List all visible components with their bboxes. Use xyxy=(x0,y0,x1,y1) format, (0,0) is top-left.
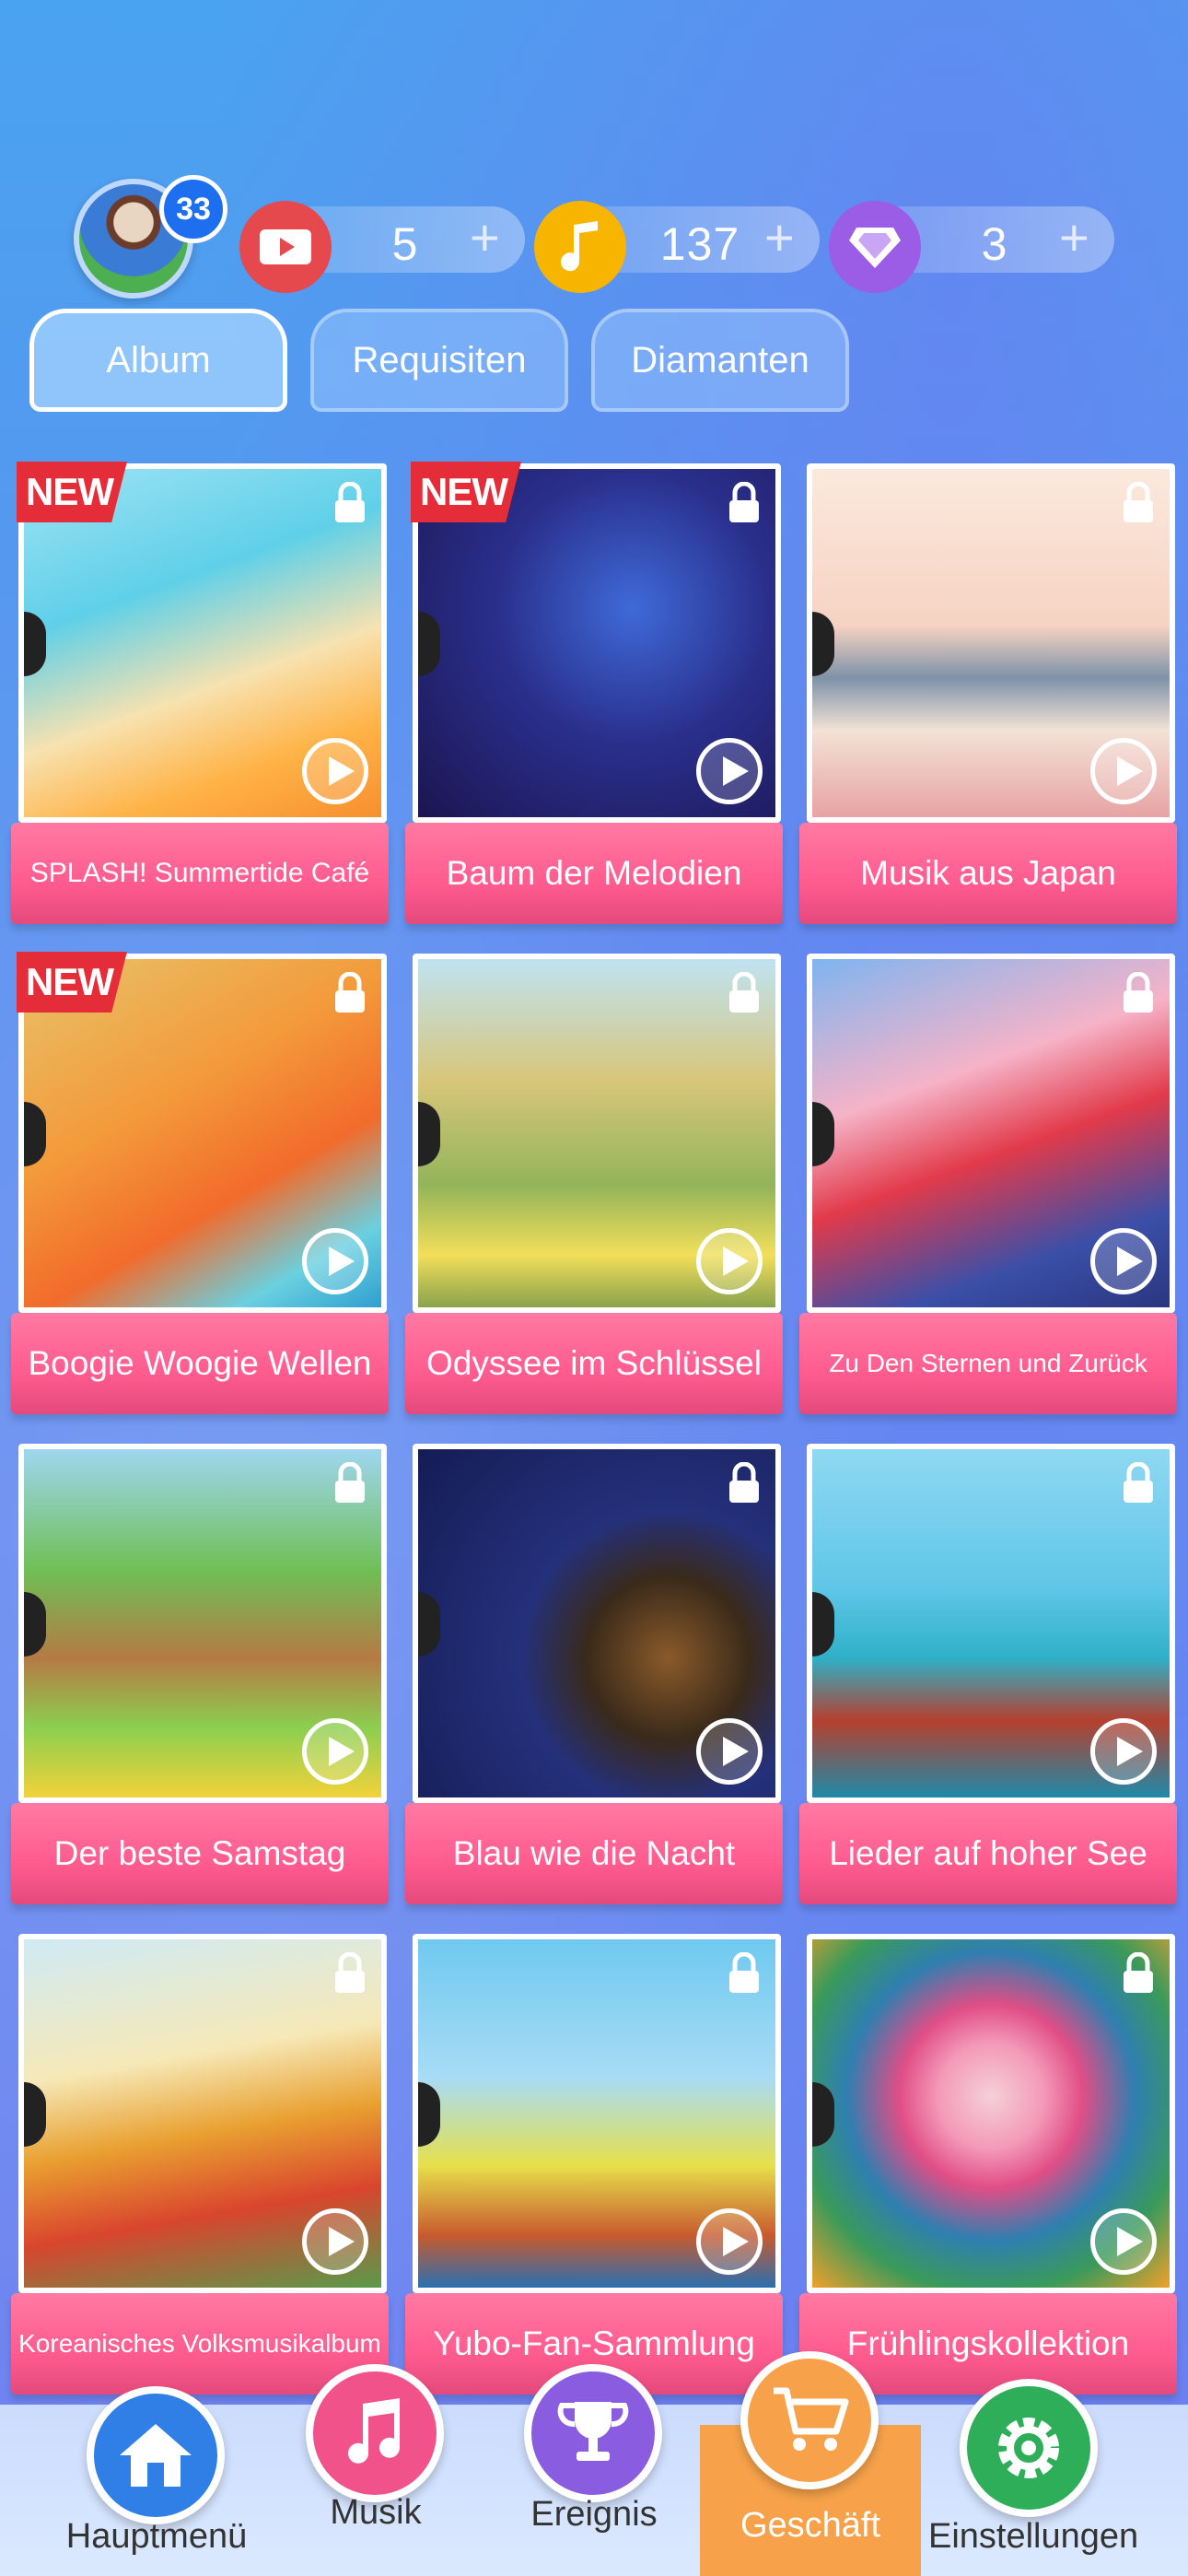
ticket-count: 5 xyxy=(391,218,419,270)
lock-icon xyxy=(729,482,759,522)
play-icon[interactable] xyxy=(302,738,368,804)
play-icon[interactable] xyxy=(696,738,763,804)
album-title[interactable]: Blau wie die Nacht xyxy=(405,1803,783,1904)
album-cover[interactable] xyxy=(413,1934,781,2293)
album-title[interactable]: SPLASH! Summertide Café xyxy=(11,823,389,924)
lock-icon xyxy=(1124,482,1153,522)
album-card[interactable]: Zu Den Sternen und Zurück xyxy=(799,946,1177,1416)
lock-icon xyxy=(1124,972,1153,1013)
status-bar: 33 5 + 137 + 3 + xyxy=(74,175,1114,304)
add-tickets-button[interactable]: + xyxy=(470,212,500,263)
add-diamonds-button[interactable]: + xyxy=(1059,212,1089,263)
nav-geschaeft[interactable]: Geschäft xyxy=(709,2351,912,2545)
nav-label: Einstellungen xyxy=(928,2517,1139,2556)
album-cover[interactable] xyxy=(807,1444,1175,1803)
album-card[interactable]: Der beste Samstag xyxy=(11,1436,389,1906)
album-cover[interactable] xyxy=(807,1934,1175,2293)
album-card[interactable]: NEW Baum der Melodien xyxy=(405,456,783,926)
album-title[interactable]: Lieder auf hoher See xyxy=(799,1803,1177,1904)
play-icon[interactable] xyxy=(696,2208,763,2275)
store-tabs: Album Requisiten Diamanten xyxy=(29,309,858,415)
album-cover[interactable] xyxy=(807,463,1175,823)
notes-count: 137 xyxy=(659,218,740,270)
nav-label: Geschäft xyxy=(740,2506,881,2545)
album-cover[interactable] xyxy=(18,1934,387,2293)
nav-musik[interactable]: Musik xyxy=(274,2364,477,2535)
diamond-icon xyxy=(829,201,921,293)
new-badge: NEW xyxy=(411,462,521,522)
lock-icon xyxy=(335,1952,365,1993)
album-card[interactable]: Odyssee im Schlüssel xyxy=(405,946,783,1416)
album-cover[interactable] xyxy=(413,954,781,1313)
music-note-icon xyxy=(534,201,626,293)
new-badge: NEW xyxy=(17,462,127,522)
play-icon[interactable] xyxy=(1090,2208,1157,2275)
play-icon[interactable] xyxy=(302,2208,368,2275)
tab-diamanten[interactable]: Diamanten xyxy=(591,309,849,412)
album-cover[interactable] xyxy=(18,1444,387,1803)
lock-icon xyxy=(1124,1462,1153,1503)
album-card[interactable]: Lieder auf hoher See xyxy=(799,1436,1177,1906)
ticket-icon xyxy=(239,201,332,293)
album-title[interactable]: Boogie Woogie Wellen xyxy=(11,1313,389,1414)
tab-requisiten[interactable]: Requisiten xyxy=(310,309,568,412)
nav-hauptmenu[interactable]: Hauptmenü xyxy=(55,2386,258,2558)
album-title[interactable]: Der beste Samstag xyxy=(11,1803,389,1904)
lock-icon xyxy=(335,1462,365,1503)
album-title[interactable]: Zu Den Sternen und Zurück xyxy=(799,1313,1177,1414)
level-badge: 33 xyxy=(159,175,227,243)
album-title[interactable]: Odyssee im Schlüssel xyxy=(405,1313,783,1414)
nav-einstellungen[interactable]: Einstellungen xyxy=(928,2379,1138,2556)
add-notes-button[interactable]: + xyxy=(764,212,795,263)
album-cover[interactable] xyxy=(807,954,1175,1313)
play-icon[interactable] xyxy=(696,1228,763,1294)
nav-label: Musik xyxy=(330,2493,422,2532)
play-icon[interactable] xyxy=(1090,738,1157,804)
nav-label: Ereignis xyxy=(530,2495,658,2534)
album-card[interactable]: NEW Boogie Woogie Wellen xyxy=(11,946,389,1416)
trophy-icon xyxy=(524,2364,662,2502)
lock-icon xyxy=(729,1462,759,1503)
lock-icon xyxy=(729,1952,759,1993)
play-icon[interactable] xyxy=(1090,1718,1157,1785)
album-card[interactable]: Koreanisches Volksmusikalbum xyxy=(11,1926,389,2396)
album-card[interactable]: NEW SPLASH! Summertide Café xyxy=(11,456,389,926)
new-badge: NEW xyxy=(17,952,127,1013)
lock-icon xyxy=(1124,1952,1153,1993)
diamond-count: 3 xyxy=(981,218,1008,270)
nav-ereignis[interactable]: Ereignis xyxy=(493,2364,695,2535)
cart-icon xyxy=(740,2351,879,2489)
nav-label: Hauptmenü xyxy=(65,2517,248,2556)
album-card[interactable]: Musik aus Japan xyxy=(799,456,1177,926)
play-icon[interactable] xyxy=(302,1718,368,1785)
album-cover[interactable] xyxy=(413,1444,781,1803)
album-card[interactable]: Frühlingskollektion xyxy=(799,1926,1177,2396)
album-card[interactable]: Yubo-Fan-Sammlung xyxy=(405,1926,783,2396)
lock-icon xyxy=(729,972,759,1013)
album-card[interactable]: Blau wie die Nacht xyxy=(405,1436,783,1906)
album-title[interactable]: Musik aus Japan xyxy=(799,823,1177,924)
tab-album[interactable]: Album xyxy=(29,309,287,412)
music-note-icon xyxy=(306,2364,444,2502)
album-title[interactable]: Baum der Melodien xyxy=(405,823,783,924)
lock-icon xyxy=(335,482,365,522)
home-icon xyxy=(87,2386,225,2524)
lock-icon xyxy=(335,972,365,1013)
gear-icon xyxy=(960,2379,1098,2517)
play-icon[interactable] xyxy=(1090,1228,1157,1294)
play-icon[interactable] xyxy=(696,1718,763,1785)
play-icon[interactable] xyxy=(302,1228,368,1294)
